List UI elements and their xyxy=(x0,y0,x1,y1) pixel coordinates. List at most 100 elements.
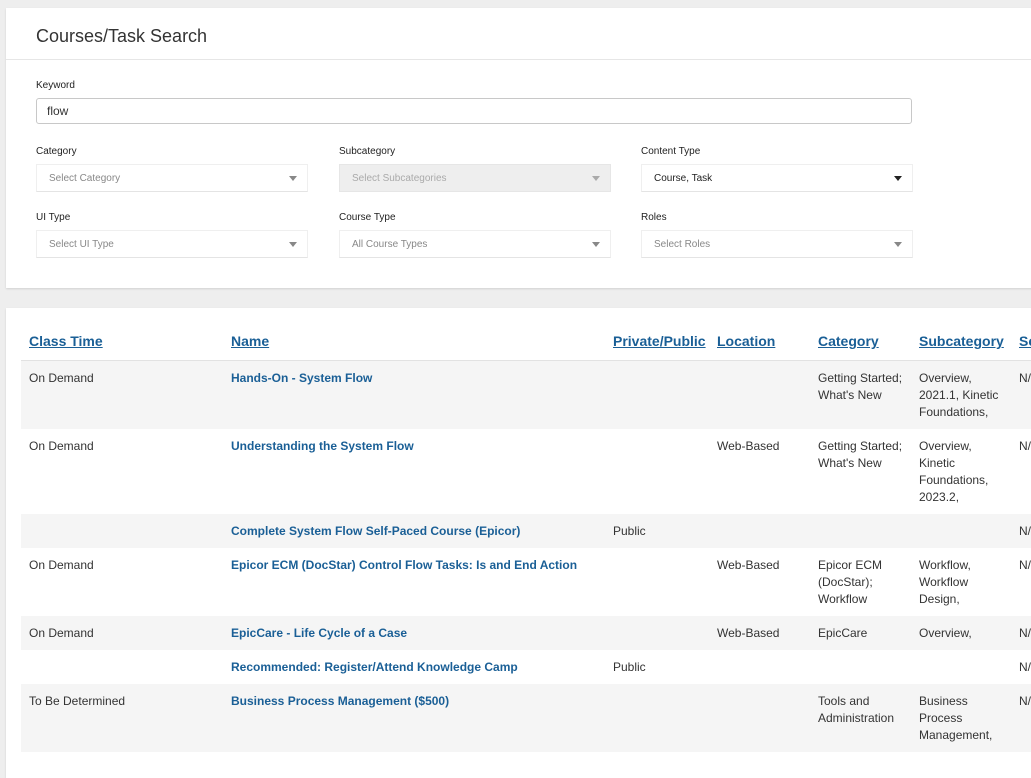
course-link[interactable]: Complete System Flow Self-Paced Course (… xyxy=(231,524,520,538)
cell-subcategory: Overview, 2021.1, Kinetic Foundations, xyxy=(911,360,1011,429)
cell-name: Recommended: Register/Attend Knowledge C… xyxy=(223,650,605,684)
cell-category: Getting Started; What's New xyxy=(810,360,911,429)
ui-type-label: UI Type xyxy=(36,212,71,223)
column-header-category[interactable]: Category xyxy=(810,328,911,361)
column-header-location[interactable]: Location xyxy=(709,328,810,361)
roles-select[interactable]: Select Roles xyxy=(641,230,913,258)
column-header-extra[interactable]: Se xyxy=(1011,328,1031,361)
course-link[interactable]: Epicor ECM (DocStar) Control Flow Tasks:… xyxy=(231,558,577,572)
chevron-down-icon xyxy=(894,242,902,247)
cell-privacy xyxy=(605,429,709,514)
cell-class-time: On Demand xyxy=(21,616,223,650)
title-divider xyxy=(6,59,1031,60)
cell-category: Epicor ECM (DocStar); Workflow xyxy=(810,548,911,616)
cell-class-time: On Demand xyxy=(21,429,223,514)
chevron-down-icon xyxy=(894,176,902,181)
course-type-select-text: All Course Types xyxy=(352,238,428,250)
cell-location xyxy=(709,650,810,684)
cell-subcategory: Workflow, Workflow Design, xyxy=(911,548,1011,616)
cell-location: Web-Based xyxy=(709,548,810,616)
results-body: On Demand Hands-On - System Flow Getting S… xyxy=(21,360,1031,752)
cell-extra: N/ xyxy=(1011,548,1031,616)
roles-label: Roles xyxy=(641,212,667,223)
cell-category xyxy=(810,514,911,548)
category-select[interactable]: Select Category xyxy=(36,164,308,192)
cell-privacy xyxy=(605,684,709,752)
table-row: To Be Determined Business Process Managem… xyxy=(21,684,1031,752)
cell-name: Understanding the System Flow xyxy=(223,429,605,514)
cell-name: Hands-On - System Flow xyxy=(223,360,605,429)
cell-location xyxy=(709,360,810,429)
cell-subcategory: Overview, Kinetic Foundations, 2023.2, xyxy=(911,429,1011,514)
column-header-class-time[interactable]: Class Time xyxy=(21,328,223,361)
category-select-text: Select Category xyxy=(49,172,121,184)
cell-name: EpicCare - Life Cycle of a Case xyxy=(223,616,605,650)
cell-location xyxy=(709,684,810,752)
course-link[interactable]: Hands-On - System Flow xyxy=(231,371,372,385)
cell-subcategory xyxy=(911,650,1011,684)
table-row: On Demand EpicCare - Life Cycle of a Case… xyxy=(21,616,1031,650)
course-type-label: Course Type xyxy=(339,212,396,223)
content-type-label: Content Type xyxy=(641,146,701,157)
cell-extra: N/ xyxy=(1011,650,1031,684)
cell-class-time xyxy=(21,650,223,684)
cell-category: EpicCare xyxy=(810,616,911,650)
cell-name: Epicor ECM (DocStar) Control Flow Tasks:… xyxy=(223,548,605,616)
cell-privacy: Public xyxy=(605,514,709,548)
cell-extra: N/ xyxy=(1011,360,1031,429)
cell-location: Web-Based xyxy=(709,616,810,650)
chevron-down-icon xyxy=(592,176,600,181)
content-type-select-text: Course, Task xyxy=(654,172,713,184)
search-panel: Courses/Task Search Keyword Category Sel… xyxy=(6,8,1031,288)
results-table: Class Time Name Private/Public Location … xyxy=(21,328,1031,752)
column-header-privacy[interactable]: Private/Public xyxy=(605,328,709,361)
cell-class-time: On Demand xyxy=(21,360,223,429)
cell-category: Tools and Administration xyxy=(810,684,911,752)
table-row: On Demand Epicor ECM (DocStar) Control Fl… xyxy=(21,548,1031,616)
keyword-label: Keyword xyxy=(36,80,75,91)
roles-select-text: Select Roles xyxy=(654,238,711,250)
course-link[interactable]: Understanding the System Flow xyxy=(231,439,414,453)
course-link[interactable]: Business Process Management ($500) xyxy=(231,694,449,708)
results-panel: Class Time Name Private/Public Location … xyxy=(6,308,1031,778)
cell-extra: N/ xyxy=(1011,429,1031,514)
course-type-select[interactable]: All Course Types xyxy=(339,230,611,258)
subcategory-select-text: Select Subcategories xyxy=(352,172,447,184)
cell-name: Complete System Flow Self-Paced Course (… xyxy=(223,514,605,548)
cell-privacy xyxy=(605,616,709,650)
cell-class-time: To Be Determined xyxy=(21,684,223,752)
ui-type-select[interactable]: Select UI Type xyxy=(36,230,308,258)
page-title: Courses/Task Search xyxy=(36,26,208,46)
cell-privacy xyxy=(605,360,709,429)
subcategory-label: Subcategory xyxy=(339,146,396,157)
chevron-down-icon xyxy=(289,242,297,247)
ui-type-select-text: Select UI Type xyxy=(49,238,114,250)
cell-name: Business Process Management ($500) xyxy=(223,684,605,752)
cell-category xyxy=(810,650,911,684)
cell-privacy xyxy=(605,548,709,616)
table-row: Complete System Flow Self-Paced Course (… xyxy=(21,514,1031,548)
cell-privacy: Public xyxy=(605,650,709,684)
table-row: Recommended: Register/Attend Knowledge C… xyxy=(21,650,1031,684)
chevron-down-icon xyxy=(289,176,297,181)
column-header-name[interactable]: Name xyxy=(223,328,605,361)
chevron-down-icon xyxy=(592,242,600,247)
cell-class-time: On Demand xyxy=(21,548,223,616)
keyword-input[interactable] xyxy=(36,98,912,124)
course-link[interactable]: Recommended: Register/Attend Knowledge C… xyxy=(231,660,518,674)
cell-subcategory xyxy=(911,514,1011,548)
cell-location xyxy=(709,514,810,548)
cell-extra: N/ xyxy=(1011,616,1031,650)
cell-category: Getting Started; What's New xyxy=(810,429,911,514)
course-link[interactable]: EpicCare - Life Cycle of a Case xyxy=(231,626,407,640)
cell-location: Web-Based xyxy=(709,429,810,514)
content-type-select[interactable]: Course, Task xyxy=(641,164,913,192)
cell-subcategory: Overview, xyxy=(911,616,1011,650)
cell-extra: N/ xyxy=(1011,684,1031,752)
cell-extra: N/ xyxy=(1011,514,1031,548)
subcategory-select: Select Subcategories xyxy=(339,164,611,192)
table-row: On Demand Understanding the System Flow We… xyxy=(21,429,1031,514)
cell-class-time xyxy=(21,514,223,548)
table-row: On Demand Hands-On - System Flow Getting S… xyxy=(21,360,1031,429)
column-header-subcategory[interactable]: Subcategory xyxy=(911,328,1011,361)
